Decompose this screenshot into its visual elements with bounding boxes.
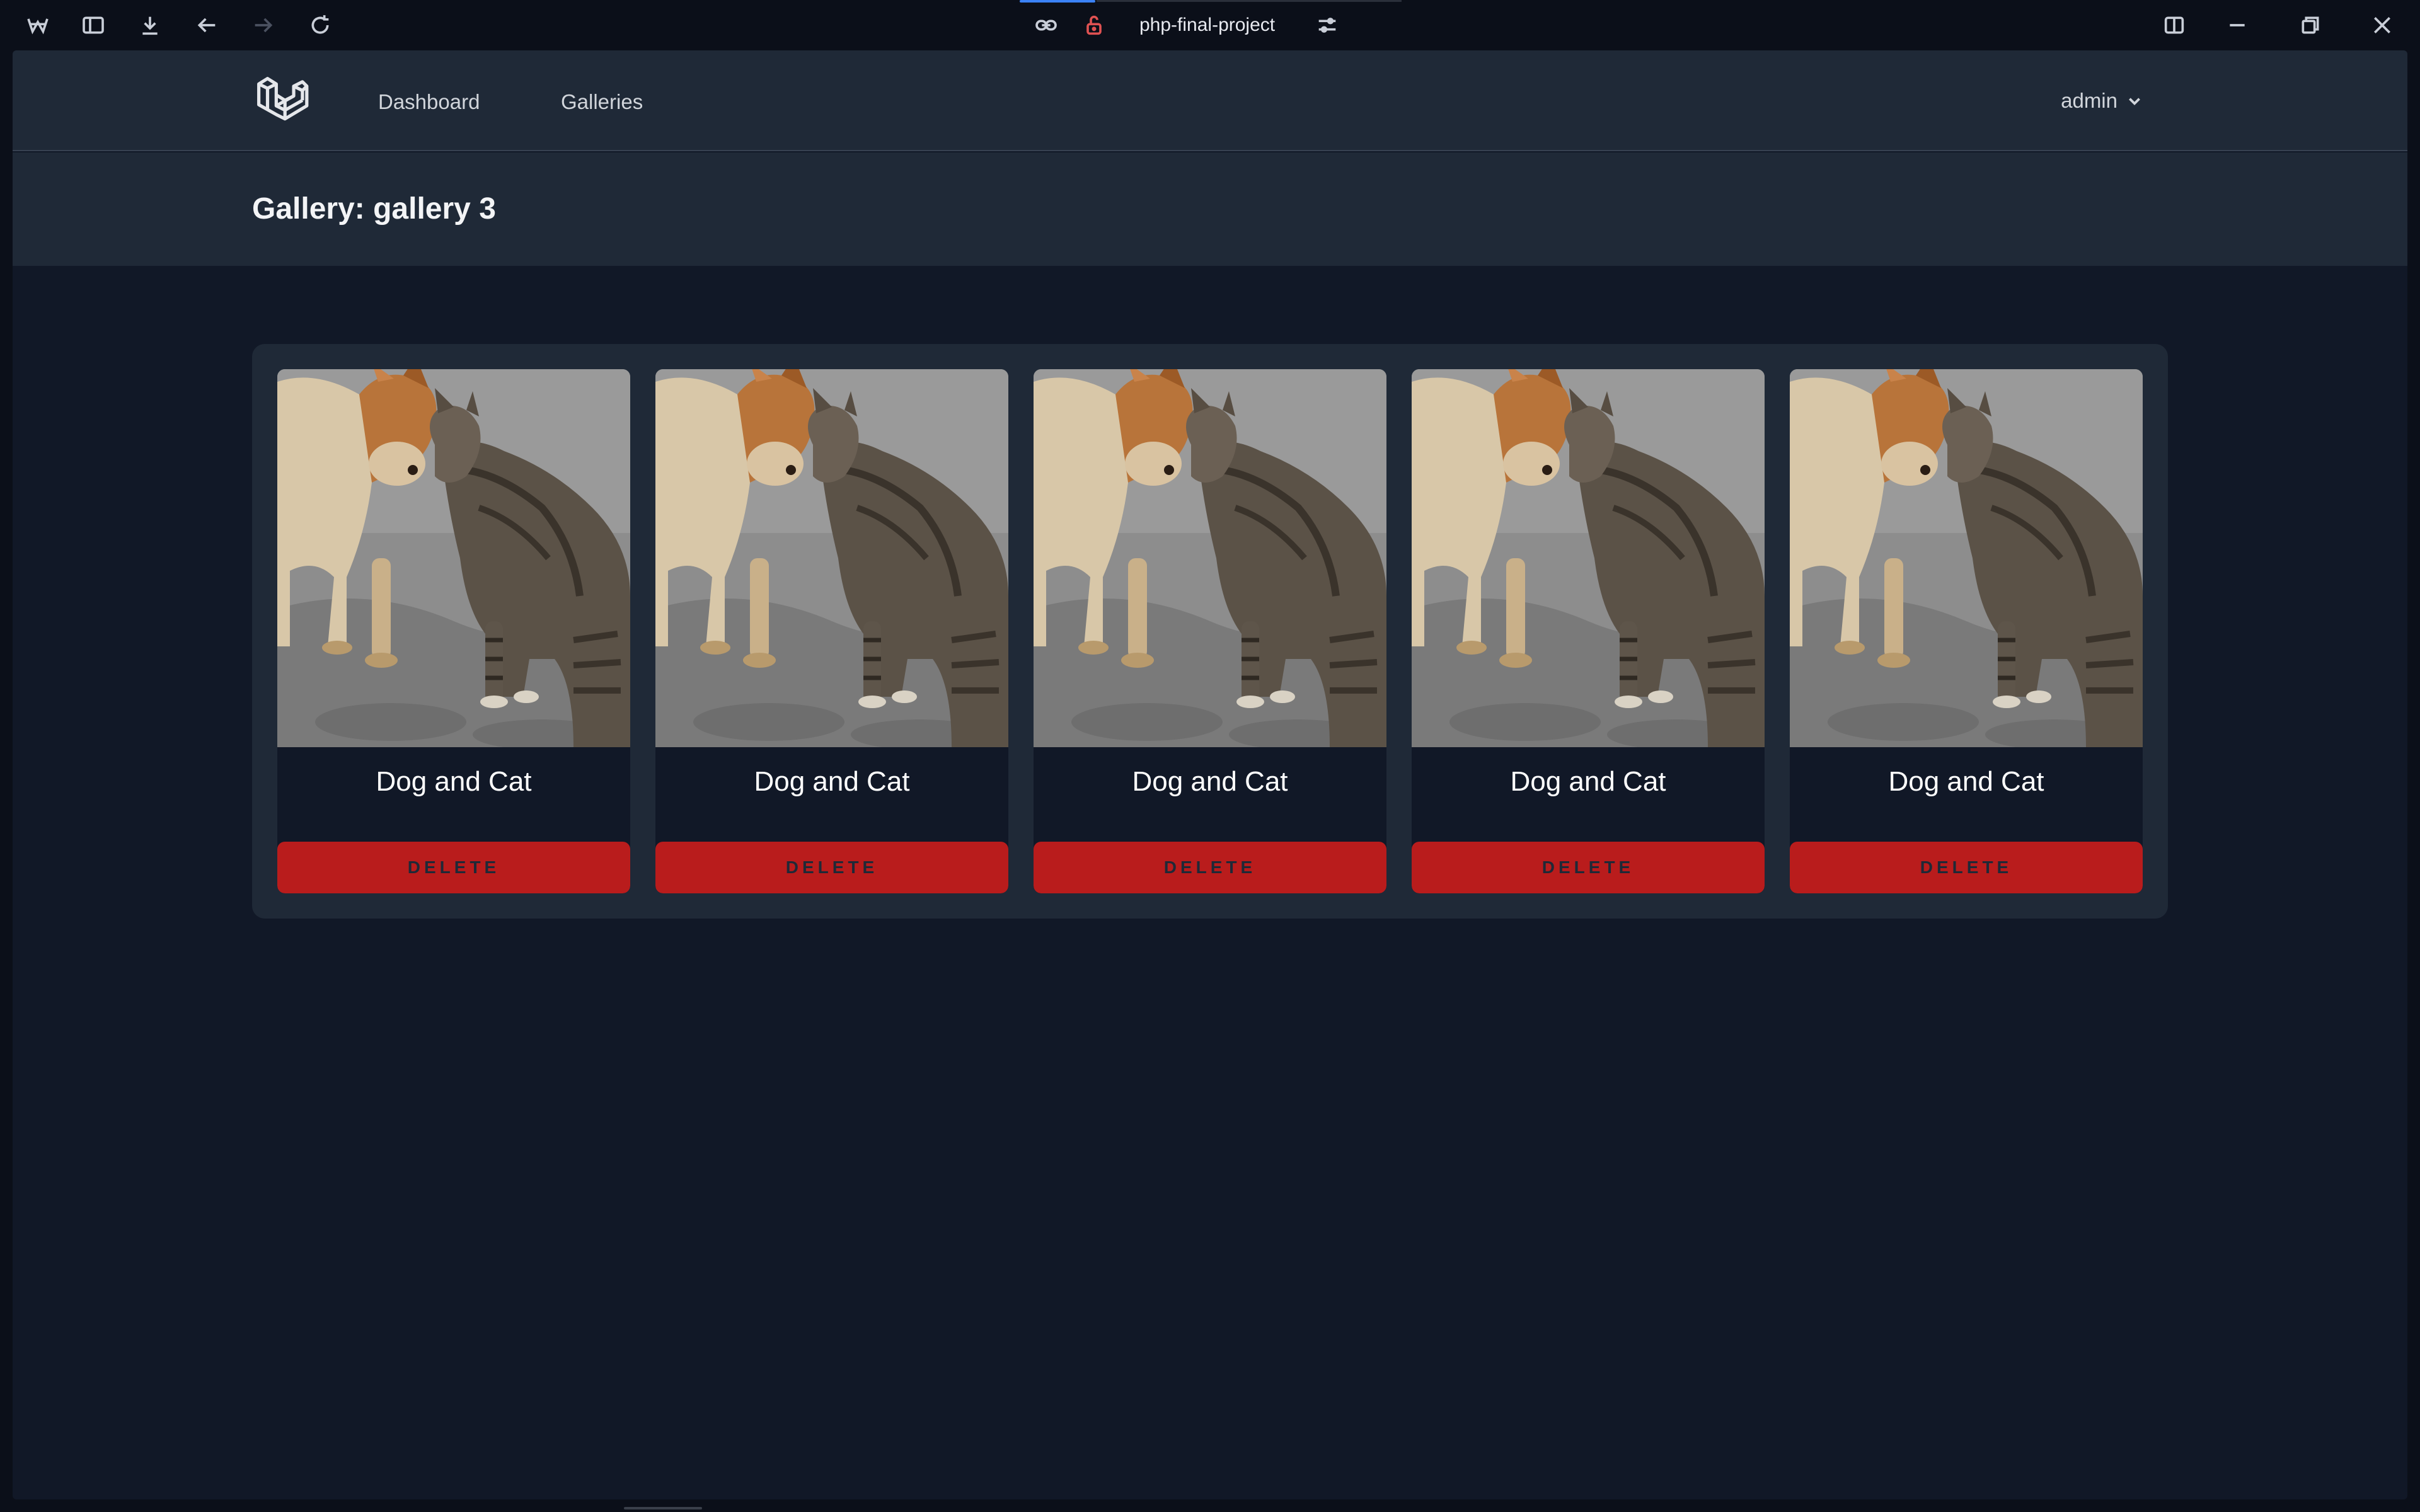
tab-strip-line [1097, 0, 1402, 2]
gallery-item-title: Dog and Cat [376, 766, 532, 797]
sidebar-toggle-icon[interactable] [78, 10, 108, 40]
page-title: Gallery: gallery 3 [252, 192, 496, 226]
gallery-photo[interactable] [1412, 369, 1765, 747]
delete-button[interactable]: DELETE [655, 842, 1008, 893]
chevron-down-icon [2129, 98, 2140, 106]
user-menu-dropdown[interactable]: admin [2061, 86, 2143, 116]
delete-button[interactable]: DELETE [1412, 842, 1765, 893]
gallery-photo[interactable] [277, 369, 630, 747]
gallery-item-title: Dog and Cat [754, 766, 910, 797]
reload-icon[interactable] [305, 10, 335, 40]
scroll-indicator [624, 1507, 702, 1509]
gallery-panel: Dog and Cat DELETE Dog and Cat DELETE Do… [252, 344, 2168, 919]
back-icon[interactable] [192, 10, 222, 40]
page-header: Gallery: gallery 3 [13, 152, 2407, 266]
top-navigation: Dashboard Galleries admin [13, 50, 2407, 151]
user-name: admin [2061, 89, 2118, 112]
nav-link-galleries[interactable]: Galleries [561, 88, 643, 116]
minimize-icon[interactable] [2222, 10, 2252, 40]
nav-link-dashboard[interactable]: Dashboard [378, 88, 480, 116]
lock-open-icon[interactable] [1079, 10, 1109, 40]
gallery-card: Dog and Cat DELETE [1790, 369, 2143, 893]
site-settings-icon[interactable] [1312, 10, 1342, 40]
gallery-card: Dog and Cat DELETE [1412, 369, 1765, 893]
delete-button[interactable]: DELETE [1790, 842, 2143, 893]
browser-toolbar: php-final-project [0, 0, 2420, 50]
gallery-card: Dog and Cat DELETE [277, 369, 630, 893]
download-icon[interactable] [135, 10, 165, 40]
restore-icon[interactable] [2295, 10, 2325, 40]
link-icon[interactable] [1031, 10, 1061, 40]
laravel-logo-icon[interactable] [253, 73, 310, 130]
page-viewport: Dashboard Galleries admin Gallery: galle… [13, 50, 2407, 1499]
tab-title[interactable]: php-final-project [1139, 11, 1275, 39]
forward-icon[interactable] [248, 10, 279, 40]
delete-button[interactable]: DELETE [1034, 842, 1386, 893]
gallery-photo[interactable] [1790, 369, 2143, 747]
gallery-photo[interactable] [1034, 369, 1386, 747]
app-logo-icon[interactable] [23, 10, 53, 40]
split-view-icon[interactable] [2159, 10, 2189, 40]
gallery-photo[interactable] [655, 369, 1008, 747]
close-icon[interactable] [2367, 10, 2397, 40]
delete-button[interactable]: DELETE [277, 842, 630, 893]
gallery-card: Dog and Cat DELETE [1034, 369, 1386, 893]
gallery-item-title: Dog and Cat [1510, 766, 1666, 797]
gallery-item-title: Dog and Cat [1132, 766, 1288, 797]
active-tab-indicator [1020, 0, 1095, 3]
gallery-card: Dog and Cat DELETE [655, 369, 1008, 893]
gallery-item-title: Dog and Cat [1888, 766, 2044, 797]
